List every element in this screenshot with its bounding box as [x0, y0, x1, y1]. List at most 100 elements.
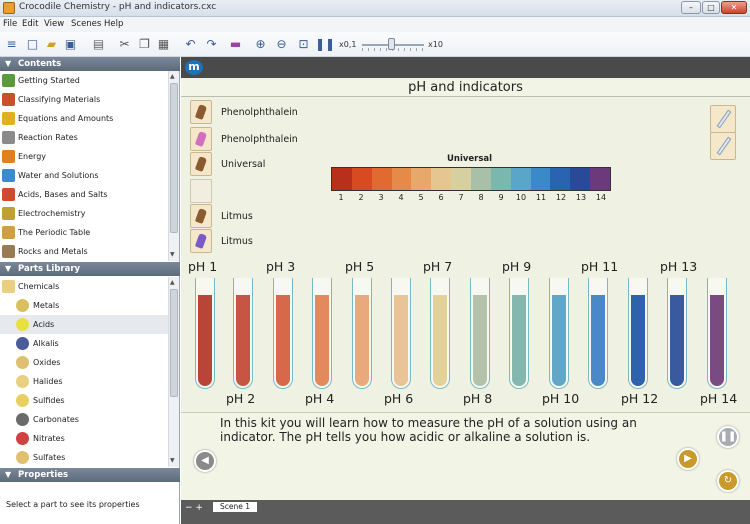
collapse-icon: ▼ [5, 264, 12, 273]
scroll-up-icon[interactable]: ▲ [170, 279, 175, 286]
contents-item[interactable]: Water and Solutions [0, 166, 168, 185]
zoom-out-icon[interactable]: ⊖ [274, 37, 289, 52]
parts-item[interactable]: Oxides [0, 353, 168, 372]
previous-page-button[interactable]: ◀ [194, 450, 216, 472]
contents-item[interactable]: The Periodic Table [0, 223, 168, 242]
parts-item[interactable]: Alkalis [0, 334, 168, 353]
parts-item[interactable]: Sulfides [0, 391, 168, 410]
speed-slider[interactable] [362, 38, 424, 52]
reset-button[interactable]: ↻ [717, 470, 739, 492]
parts-scrollbar[interactable]: ▲ ▼ [168, 277, 179, 467]
contents-scroll-thumb[interactable] [170, 83, 178, 233]
minimize-button[interactable]: – [681, 1, 701, 14]
properties-header[interactable]: ▼ Properties [0, 468, 180, 482]
test-tube[interactable] [707, 278, 727, 389]
contents-item[interactable]: Acids, Bases and Salts [0, 185, 168, 204]
scene-tab[interactable]: Scene 1 [213, 502, 257, 512]
copy-icon[interactable]: ❐ [137, 37, 152, 52]
menu-scenes[interactable]: Scenes [71, 19, 101, 29]
contents-item[interactable]: Getting Started [0, 71, 168, 90]
test-tube[interactable] [549, 278, 569, 389]
contents-item[interactable]: Reaction Rates [0, 128, 168, 147]
next-page-button[interactable]: ▶ [677, 448, 699, 470]
contents-item-label: Getting Started [18, 76, 80, 85]
parts-item[interactable]: Carbonates [0, 410, 168, 429]
save-icon[interactable]: ▣ [63, 37, 78, 52]
test-tube[interactable] [470, 278, 490, 389]
menu-view[interactable]: View [44, 19, 64, 29]
menu-help[interactable]: Help [104, 19, 123, 29]
graph-icon[interactable]: ▬ [228, 37, 243, 52]
speed-slider-thumb[interactable] [388, 38, 395, 50]
cut-icon[interactable]: ✂ [117, 37, 132, 52]
scroll-down-icon[interactable]: ▼ [170, 457, 175, 464]
scroll-down-icon[interactable]: ▼ [170, 251, 175, 258]
open-folder-icon[interactable]: ▰ [44, 37, 59, 52]
test-tube[interactable] [195, 278, 215, 389]
parts-item-label: Oxides [33, 358, 61, 367]
contents-item[interactable]: Electrochemistry [0, 204, 168, 223]
contents-item-label: Energy [18, 152, 47, 161]
indicator-bottle-button[interactable] [190, 204, 212, 228]
redo-icon[interactable]: ↷ [204, 37, 219, 52]
indicator-bottle-button[interactable] [190, 127, 212, 151]
scene-zoom-controls[interactable]: − + [185, 503, 203, 513]
bottle-icon [194, 104, 208, 120]
parts-item[interactable]: Nitrates [0, 429, 168, 448]
scroll-up-icon[interactable]: ▲ [170, 73, 175, 80]
test-tube[interactable] [273, 278, 293, 389]
contents-header[interactable]: ▼ Contents [0, 57, 180, 71]
close-button[interactable]: ✕ [721, 1, 747, 14]
test-tube[interactable] [352, 278, 372, 389]
zoom-in-icon[interactable]: ⊕ [253, 37, 268, 52]
stir-tool-button[interactable] [710, 132, 736, 160]
tube-solution [512, 295, 526, 386]
contents-scrollbar[interactable]: ▲ ▼ [168, 71, 179, 261]
scale-tick-label: 5 [418, 193, 424, 202]
tube-solution [473, 295, 487, 386]
scale-tick-label: 7 [458, 193, 464, 202]
contents-item[interactable]: Rocks and Metals [0, 242, 168, 261]
tube-ph-label: pH 10 [542, 391, 580, 406]
tube-ph-label: pH 11 [581, 259, 619, 274]
dropper-tool-button[interactable] [710, 105, 736, 133]
contents-item[interactable]: Energy [0, 147, 168, 166]
indicator-bottle-button[interactable] [190, 152, 212, 176]
print-icon[interactable]: ▤ [91, 37, 106, 52]
paste-icon[interactable]: ▦ [156, 37, 171, 52]
parts-item[interactable]: Halides [0, 372, 168, 391]
test-tube[interactable] [509, 278, 529, 389]
parts-library-header[interactable]: ▼ Parts Library [0, 262, 180, 276]
parts-item-label: Halides [33, 377, 63, 386]
pause-button[interactable]: ❚❚ [717, 426, 739, 448]
test-tube[interactable] [312, 278, 332, 389]
maximize-button[interactable]: □ [702, 1, 720, 14]
menu-edit[interactable]: Edit [22, 19, 38, 29]
parts-item[interactable]: Sulfates [0, 448, 168, 467]
test-tube[interactable] [667, 278, 687, 389]
test-tube[interactable] [233, 278, 253, 389]
simulation-area[interactable]: m pH and indicators Universal 1234567891… [181, 57, 750, 524]
scale-tick-label: 6 [438, 193, 444, 202]
indicator-bottle-button[interactable] [190, 100, 212, 124]
tree-item-chemicals[interactable]: Chemicals [0, 277, 168, 296]
contents-item[interactable]: Equations and Amounts [0, 109, 168, 128]
new-file-icon[interactable]: □ [25, 37, 40, 52]
bottle-icon [194, 156, 208, 172]
contents-item-label: Electrochemistry [18, 209, 86, 218]
menu-file[interactable]: File [3, 19, 17, 29]
parts-icon[interactable]: ≡ [4, 37, 19, 52]
test-tube[interactable] [391, 278, 411, 389]
parts-scroll-thumb[interactable] [170, 289, 178, 397]
test-tube[interactable] [588, 278, 608, 389]
parts-item[interactable]: Acids [0, 315, 168, 334]
test-tube[interactable] [628, 278, 648, 389]
indicator-bottle-button[interactable] [190, 229, 212, 253]
empty-indicator-slot [190, 179, 212, 203]
pause-icon[interactable]: ❚❚ [315, 37, 335, 52]
zoom-fit-icon[interactable]: ⊡ [296, 37, 311, 52]
contents-item[interactable]: Classifying Materials [0, 90, 168, 109]
parts-item[interactable]: Metals [0, 296, 168, 315]
undo-icon[interactable]: ↶ [183, 37, 198, 52]
test-tube[interactable] [430, 278, 450, 389]
